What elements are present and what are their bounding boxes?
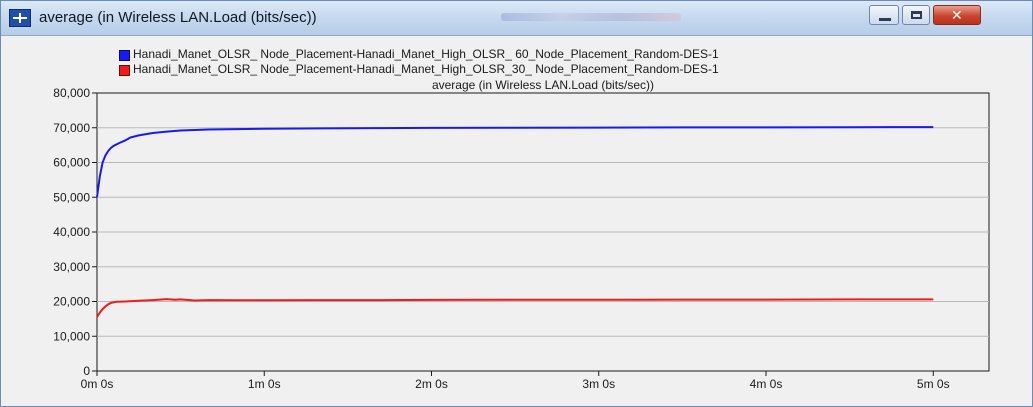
- y-tick-label: 40,000: [53, 225, 90, 239]
- y-tick-label: 10,000: [53, 329, 90, 343]
- y-tick-label: 60,000: [53, 156, 90, 170]
- x-tick-label: 4m 0s: [750, 377, 783, 391]
- y-tick-label: 80,000: [53, 86, 90, 100]
- y-tick-label: 30,000: [53, 260, 90, 274]
- y-tick-label: 70,000: [53, 121, 90, 135]
- y-tick-label: 0: [83, 364, 90, 378]
- graph-window: average (in Wireless LAN.Load (bits/sec)…: [0, 0, 1033, 407]
- x-tick-label: 0m 0s: [81, 377, 114, 391]
- chart-title: average (in Wireless LAN.Load (bits/sec)…: [432, 78, 654, 92]
- y-tick-label: 50,000: [53, 190, 90, 204]
- x-tick-label: 5m 0s: [917, 377, 950, 391]
- line-chart: 0 10,000 20,000 30,000 40,000 50,000 60,000 70,…: [53, 78, 990, 391]
- x-tick-label: 2m 0s: [415, 377, 448, 391]
- y-tick-label: 20,000: [53, 295, 90, 309]
- x-tick-label: 1m 0s: [248, 377, 281, 391]
- x-tick-label: 3m 0s: [582, 377, 615, 391]
